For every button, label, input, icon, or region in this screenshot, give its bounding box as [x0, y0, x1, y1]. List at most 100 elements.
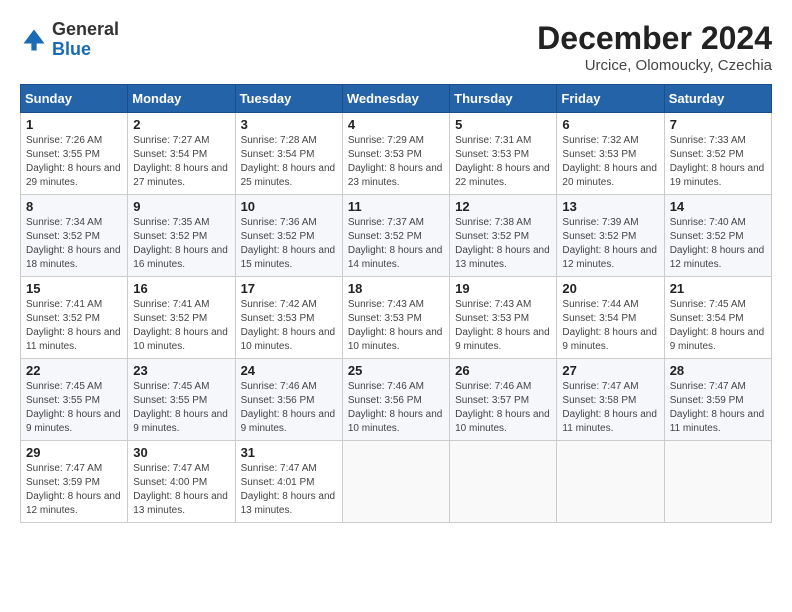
day-info: Sunrise: 7:41 AMSunset: 3:52 PMDaylight:… [26, 299, 121, 352]
day-number: 25 [348, 363, 444, 378]
day-info: Sunrise: 7:46 AMSunset: 3:56 PMDaylight:… [348, 381, 443, 434]
calendar-week-4: 22 Sunrise: 7:45 AMSunset: 3:55 PMDaylig… [21, 359, 772, 441]
day-info: Sunrise: 7:40 AMSunset: 3:52 PMDaylight:… [670, 217, 765, 270]
calendar-table: SundayMondayTuesdayWednesdayThursdayFrid… [20, 84, 772, 523]
day-number: 9 [133, 199, 229, 214]
calendar-cell: 12 Sunrise: 7:38 AMSunset: 3:52 PMDaylig… [450, 195, 557, 277]
calendar-cell: 19 Sunrise: 7:43 AMSunset: 3:53 PMDaylig… [450, 277, 557, 359]
day-info: Sunrise: 7:47 AMSunset: 4:00 PMDaylight:… [133, 463, 228, 516]
calendar-header-row: SundayMondayTuesdayWednesdayThursdayFrid… [21, 85, 772, 113]
calendar-cell: 24 Sunrise: 7:46 AMSunset: 3:56 PMDaylig… [235, 359, 342, 441]
day-info: Sunrise: 7:31 AMSunset: 3:53 PMDaylight:… [455, 135, 550, 188]
day-number: 15 [26, 281, 122, 296]
calendar-cell: 28 Sunrise: 7:47 AMSunset: 3:59 PMDaylig… [664, 359, 771, 441]
day-info: Sunrise: 7:26 AMSunset: 3:55 PMDaylight:… [26, 135, 121, 188]
day-info: Sunrise: 7:41 AMSunset: 3:52 PMDaylight:… [133, 299, 228, 352]
calendar-cell: 21 Sunrise: 7:45 AMSunset: 3:54 PMDaylig… [664, 277, 771, 359]
day-number: 16 [133, 281, 229, 296]
calendar-cell: 1 Sunrise: 7:26 AMSunset: 3:55 PMDayligh… [21, 113, 128, 195]
header-tuesday: Tuesday [235, 85, 342, 113]
day-number: 18 [348, 281, 444, 296]
calendar-cell: 27 Sunrise: 7:47 AMSunset: 3:58 PMDaylig… [557, 359, 664, 441]
day-info: Sunrise: 7:43 AMSunset: 3:53 PMDaylight:… [455, 299, 550, 352]
day-number: 30 [133, 445, 229, 460]
day-info: Sunrise: 7:39 AMSunset: 3:52 PMDaylight:… [562, 217, 657, 270]
day-number: 27 [562, 363, 658, 378]
calendar-cell [664, 441, 771, 523]
day-number: 20 [562, 281, 658, 296]
calendar-cell: 15 Sunrise: 7:41 AMSunset: 3:52 PMDaylig… [21, 277, 128, 359]
day-info: Sunrise: 7:34 AMSunset: 3:52 PMDaylight:… [26, 217, 121, 270]
day-number: 28 [670, 363, 766, 378]
location: Urcice, Olomoucky, Czechia [537, 57, 772, 74]
day-info: Sunrise: 7:27 AMSunset: 3:54 PMDaylight:… [133, 135, 228, 188]
calendar-cell: 16 Sunrise: 7:41 AMSunset: 3:52 PMDaylig… [128, 277, 235, 359]
logo-text: General Blue [52, 20, 119, 60]
day-info: Sunrise: 7:37 AMSunset: 3:52 PMDaylight:… [348, 217, 443, 270]
calendar-cell: 23 Sunrise: 7:45 AMSunset: 3:55 PMDaylig… [128, 359, 235, 441]
calendar-cell [557, 441, 664, 523]
calendar-cell: 25 Sunrise: 7:46 AMSunset: 3:56 PMDaylig… [342, 359, 449, 441]
calendar-week-3: 15 Sunrise: 7:41 AMSunset: 3:52 PMDaylig… [21, 277, 772, 359]
calendar-cell: 7 Sunrise: 7:33 AMSunset: 3:52 PMDayligh… [664, 113, 771, 195]
calendar-cell: 10 Sunrise: 7:36 AMSunset: 3:52 PMDaylig… [235, 195, 342, 277]
calendar-cell: 14 Sunrise: 7:40 AMSunset: 3:52 PMDaylig… [664, 195, 771, 277]
day-number: 7 [670, 117, 766, 132]
calendar-cell: 29 Sunrise: 7:47 AMSunset: 3:59 PMDaylig… [21, 441, 128, 523]
calendar-cell: 18 Sunrise: 7:43 AMSunset: 3:53 PMDaylig… [342, 277, 449, 359]
day-number: 26 [455, 363, 551, 378]
day-number: 5 [455, 117, 551, 132]
calendar-cell: 5 Sunrise: 7:31 AMSunset: 3:53 PMDayligh… [450, 113, 557, 195]
header-sunday: Sunday [21, 85, 128, 113]
day-number: 31 [241, 445, 337, 460]
day-number: 10 [241, 199, 337, 214]
calendar-cell: 13 Sunrise: 7:39 AMSunset: 3:52 PMDaylig… [557, 195, 664, 277]
day-number: 22 [26, 363, 122, 378]
calendar-week-2: 8 Sunrise: 7:34 AMSunset: 3:52 PMDayligh… [21, 195, 772, 277]
day-info: Sunrise: 7:44 AMSunset: 3:54 PMDaylight:… [562, 299, 657, 352]
calendar-cell: 6 Sunrise: 7:32 AMSunset: 3:53 PMDayligh… [557, 113, 664, 195]
day-number: 8 [26, 199, 122, 214]
header-friday: Friday [557, 85, 664, 113]
day-info: Sunrise: 7:33 AMSunset: 3:52 PMDaylight:… [670, 135, 765, 188]
day-number: 29 [26, 445, 122, 460]
day-info: Sunrise: 7:35 AMSunset: 3:52 PMDaylight:… [133, 217, 228, 270]
day-number: 17 [241, 281, 337, 296]
page-header: General Blue December 2024 Urcice, Olomo… [20, 20, 772, 74]
day-number: 19 [455, 281, 551, 296]
day-number: 1 [26, 117, 122, 132]
day-info: Sunrise: 7:43 AMSunset: 3:53 PMDaylight:… [348, 299, 443, 352]
logo: General Blue [20, 20, 119, 60]
calendar-cell: 3 Sunrise: 7:28 AMSunset: 3:54 PMDayligh… [235, 113, 342, 195]
header-saturday: Saturday [664, 85, 771, 113]
day-info: Sunrise: 7:32 AMSunset: 3:53 PMDaylight:… [562, 135, 657, 188]
calendar-cell: 26 Sunrise: 7:46 AMSunset: 3:57 PMDaylig… [450, 359, 557, 441]
day-info: Sunrise: 7:45 AMSunset: 3:55 PMDaylight:… [133, 381, 228, 434]
title-block: December 2024 Urcice, Olomoucky, Czechia [537, 20, 772, 74]
day-info: Sunrise: 7:47 AMSunset: 3:58 PMDaylight:… [562, 381, 657, 434]
calendar-cell: 2 Sunrise: 7:27 AMSunset: 3:54 PMDayligh… [128, 113, 235, 195]
day-number: 6 [562, 117, 658, 132]
day-info: Sunrise: 7:46 AMSunset: 3:56 PMDaylight:… [241, 381, 336, 434]
calendar-cell: 4 Sunrise: 7:29 AMSunset: 3:53 PMDayligh… [342, 113, 449, 195]
day-info: Sunrise: 7:46 AMSunset: 3:57 PMDaylight:… [455, 381, 550, 434]
calendar-cell: 11 Sunrise: 7:37 AMSunset: 3:52 PMDaylig… [342, 195, 449, 277]
day-info: Sunrise: 7:28 AMSunset: 3:54 PMDaylight:… [241, 135, 336, 188]
day-number: 2 [133, 117, 229, 132]
calendar-cell: 17 Sunrise: 7:42 AMSunset: 3:53 PMDaylig… [235, 277, 342, 359]
day-info: Sunrise: 7:38 AMSunset: 3:52 PMDaylight:… [455, 217, 550, 270]
calendar-cell [450, 441, 557, 523]
calendar-cell: 20 Sunrise: 7:44 AMSunset: 3:54 PMDaylig… [557, 277, 664, 359]
day-info: Sunrise: 7:36 AMSunset: 3:52 PMDaylight:… [241, 217, 336, 270]
calendar-cell: 30 Sunrise: 7:47 AMSunset: 4:00 PMDaylig… [128, 441, 235, 523]
day-number: 12 [455, 199, 551, 214]
day-number: 11 [348, 199, 444, 214]
calendar-cell: 9 Sunrise: 7:35 AMSunset: 3:52 PMDayligh… [128, 195, 235, 277]
day-number: 14 [670, 199, 766, 214]
day-number: 23 [133, 363, 229, 378]
header-wednesday: Wednesday [342, 85, 449, 113]
day-number: 4 [348, 117, 444, 132]
day-info: Sunrise: 7:29 AMSunset: 3:53 PMDaylight:… [348, 135, 443, 188]
day-number: 21 [670, 281, 766, 296]
calendar-cell: 22 Sunrise: 7:45 AMSunset: 3:55 PMDaylig… [21, 359, 128, 441]
